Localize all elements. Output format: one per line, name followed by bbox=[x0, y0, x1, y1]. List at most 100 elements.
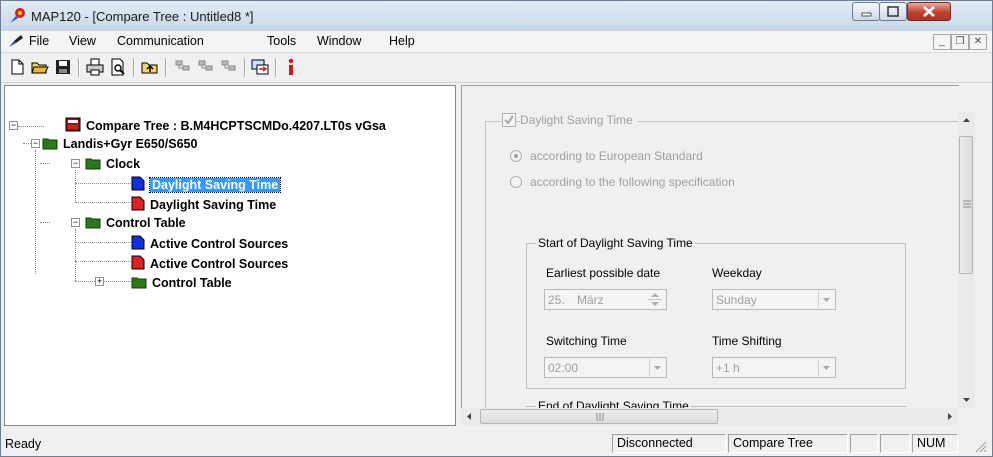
open-folder-icon[interactable] bbox=[30, 57, 50, 77]
tree-node-control-table-label: Control Table bbox=[106, 216, 186, 230]
info-icon[interactable] bbox=[281, 57, 301, 77]
horizontal-scroll-thumb[interactable] bbox=[480, 409, 718, 424]
collapse-control-table-toggle[interactable]: − bbox=[71, 218, 80, 227]
status-view-panel: Compare Tree bbox=[728, 434, 848, 453]
tree-node-dst-red-label: Daylight Saving Time bbox=[150, 198, 277, 212]
menu-tools[interactable]: Tools bbox=[267, 34, 296, 48]
spinner-icon[interactable] bbox=[647, 292, 663, 307]
collapse-device-toggle[interactable]: − bbox=[31, 139, 40, 148]
save-icon[interactable] bbox=[53, 57, 73, 77]
scroll-down-icon[interactable] bbox=[958, 391, 975, 408]
tree-tool-2-icon[interactable] bbox=[196, 57, 216, 77]
tree-node-control-table-sub[interactable]: Control Table bbox=[131, 275, 232, 290]
mdi-restore-button[interactable]: ❐ bbox=[951, 34, 969, 50]
document-window-icon[interactable] bbox=[7, 33, 25, 49]
custom-specification-radio[interactable] bbox=[510, 176, 522, 188]
tree-node-device[interactable]: Landis+Gyr E650/S650 bbox=[42, 136, 197, 151]
close-icon bbox=[923, 6, 935, 17]
maximize-button[interactable] bbox=[879, 2, 907, 21]
switching-time-value: 02:00 bbox=[548, 361, 579, 375]
close-button[interactable] bbox=[907, 2, 951, 21]
red-document-icon bbox=[131, 255, 145, 270]
vertical-scroll-thumb[interactable] bbox=[959, 136, 973, 274]
tree-node-acs-blue[interactable]: Active Control Sources bbox=[131, 235, 288, 251]
tree-connector bbox=[35, 150, 37, 274]
scroll-up-icon[interactable] bbox=[958, 112, 975, 129]
tree-connector bbox=[75, 242, 131, 244]
mdi-close-button[interactable]: ✕ bbox=[969, 34, 987, 50]
horizontal-scrollbar[interactable] bbox=[461, 408, 958, 425]
folder-icon bbox=[85, 158, 101, 170]
status-empty-panel bbox=[880, 434, 910, 453]
print-icon[interactable] bbox=[85, 57, 105, 77]
start-dst-group-title: Start of Daylight Saving Time bbox=[536, 236, 695, 250]
expand-control-table-toggle[interactable]: + bbox=[95, 277, 104, 286]
status-view: Compare Tree bbox=[733, 436, 813, 450]
menu-help[interactable]: Help bbox=[389, 34, 415, 48]
switching-time-dropdown-button[interactable] bbox=[649, 359, 665, 376]
weekday-label: Weekday bbox=[712, 266, 762, 280]
grip-icon bbox=[963, 200, 971, 208]
toolbar-separator bbox=[133, 58, 135, 77]
menu-view[interactable]: View bbox=[69, 34, 96, 48]
weekday-value: Sunday bbox=[716, 293, 757, 307]
toolbar-separator bbox=[165, 58, 167, 77]
time-shifting-value: +1 h bbox=[716, 361, 740, 375]
collapse-clock-toggle[interactable]: − bbox=[71, 159, 80, 168]
chevron-down-icon bbox=[654, 366, 661, 370]
tree-node-control-table[interactable]: Control Table bbox=[85, 215, 186, 230]
title-bar: MAP120 - [Compare Tree : Untitled8 *] bbox=[1, 1, 992, 31]
minimize-button[interactable] bbox=[852, 2, 880, 21]
tree-node-clock[interactable]: Clock bbox=[85, 156, 140, 171]
mdi-minimize-button[interactable]: _ bbox=[933, 34, 951, 50]
print-preview-icon[interactable] bbox=[108, 57, 128, 77]
tree-node-acs-blue-label: Active Control Sources bbox=[150, 237, 289, 251]
tree-connector bbox=[75, 261, 131, 263]
scroll-right-icon[interactable] bbox=[941, 408, 958, 425]
tree-tool-3-icon[interactable] bbox=[219, 57, 239, 77]
time-shifting-select[interactable]: +1 h bbox=[712, 357, 836, 378]
status-connection-panel: Disconnected bbox=[612, 434, 726, 453]
european-standard-radio[interactable] bbox=[510, 150, 522, 162]
checkmark-icon bbox=[504, 115, 514, 125]
new-document-icon[interactable] bbox=[7, 57, 27, 77]
toolbar-separator bbox=[275, 58, 277, 77]
tree-node-dst-blue[interactable]: Daylight Saving Time bbox=[131, 176, 282, 193]
resize-grip-icon[interactable] bbox=[973, 439, 987, 453]
up-folder-icon[interactable] bbox=[140, 57, 160, 77]
red-document-icon bbox=[131, 196, 145, 211]
time-shifting-dropdown-button[interactable] bbox=[818, 359, 834, 376]
status-empty-panel bbox=[850, 434, 878, 453]
compare-tree-view[interactable]: − − − − + Compare Tree : B.M4HCPTSCMDo.4… bbox=[4, 85, 456, 426]
status-num: NUM bbox=[917, 436, 946, 450]
tree-node-root[interactable]: Compare Tree : B.M4HCPTSCMDo.4207.LT0s v… bbox=[65, 117, 386, 133]
vertical-scrollbar[interactable] bbox=[958, 112, 975, 408]
weekday-dropdown-button[interactable] bbox=[818, 291, 834, 308]
menu-window[interactable]: Window bbox=[317, 34, 361, 48]
weekday-select[interactable]: Sunday bbox=[712, 289, 836, 310]
collapse-root-toggle[interactable]: − bbox=[9, 121, 18, 130]
custom-specification-label: according to the following specification bbox=[530, 175, 735, 189]
tree-tool-1-icon[interactable] bbox=[173, 57, 193, 77]
blue-document-icon bbox=[131, 235, 145, 250]
grip-icon bbox=[596, 413, 604, 421]
transfer-icon[interactable] bbox=[250, 57, 270, 77]
toolbar-separator bbox=[78, 58, 80, 77]
dst-checkbox[interactable] bbox=[502, 113, 516, 127]
chevron-down-icon bbox=[823, 366, 830, 370]
app-icon bbox=[10, 8, 25, 23]
menu-file[interactable]: File bbox=[29, 34, 49, 48]
dst-group-left-border bbox=[485, 121, 487, 409]
detail-panel: Daylight Saving Time according to Europe… bbox=[461, 85, 959, 409]
tree-connector bbox=[18, 126, 44, 128]
status-ready: Ready bbox=[5, 437, 42, 451]
tree-node-acs-red[interactable]: Active Control Sources bbox=[131, 255, 288, 271]
scroll-left-icon[interactable] bbox=[461, 408, 478, 425]
switching-time-select[interactable]: 02:00 bbox=[544, 357, 667, 378]
tree-node-dst-red[interactable]: Daylight Saving Time bbox=[131, 196, 276, 212]
dst-checkbox-label: Daylight Saving Time bbox=[520, 113, 637, 127]
date-day-value: 25. bbox=[548, 293, 565, 307]
menu-communication[interactable]: Communication bbox=[117, 34, 204, 48]
earliest-date-spinner[interactable]: 25. März bbox=[544, 289, 667, 310]
blue-document-icon bbox=[131, 176, 145, 191]
